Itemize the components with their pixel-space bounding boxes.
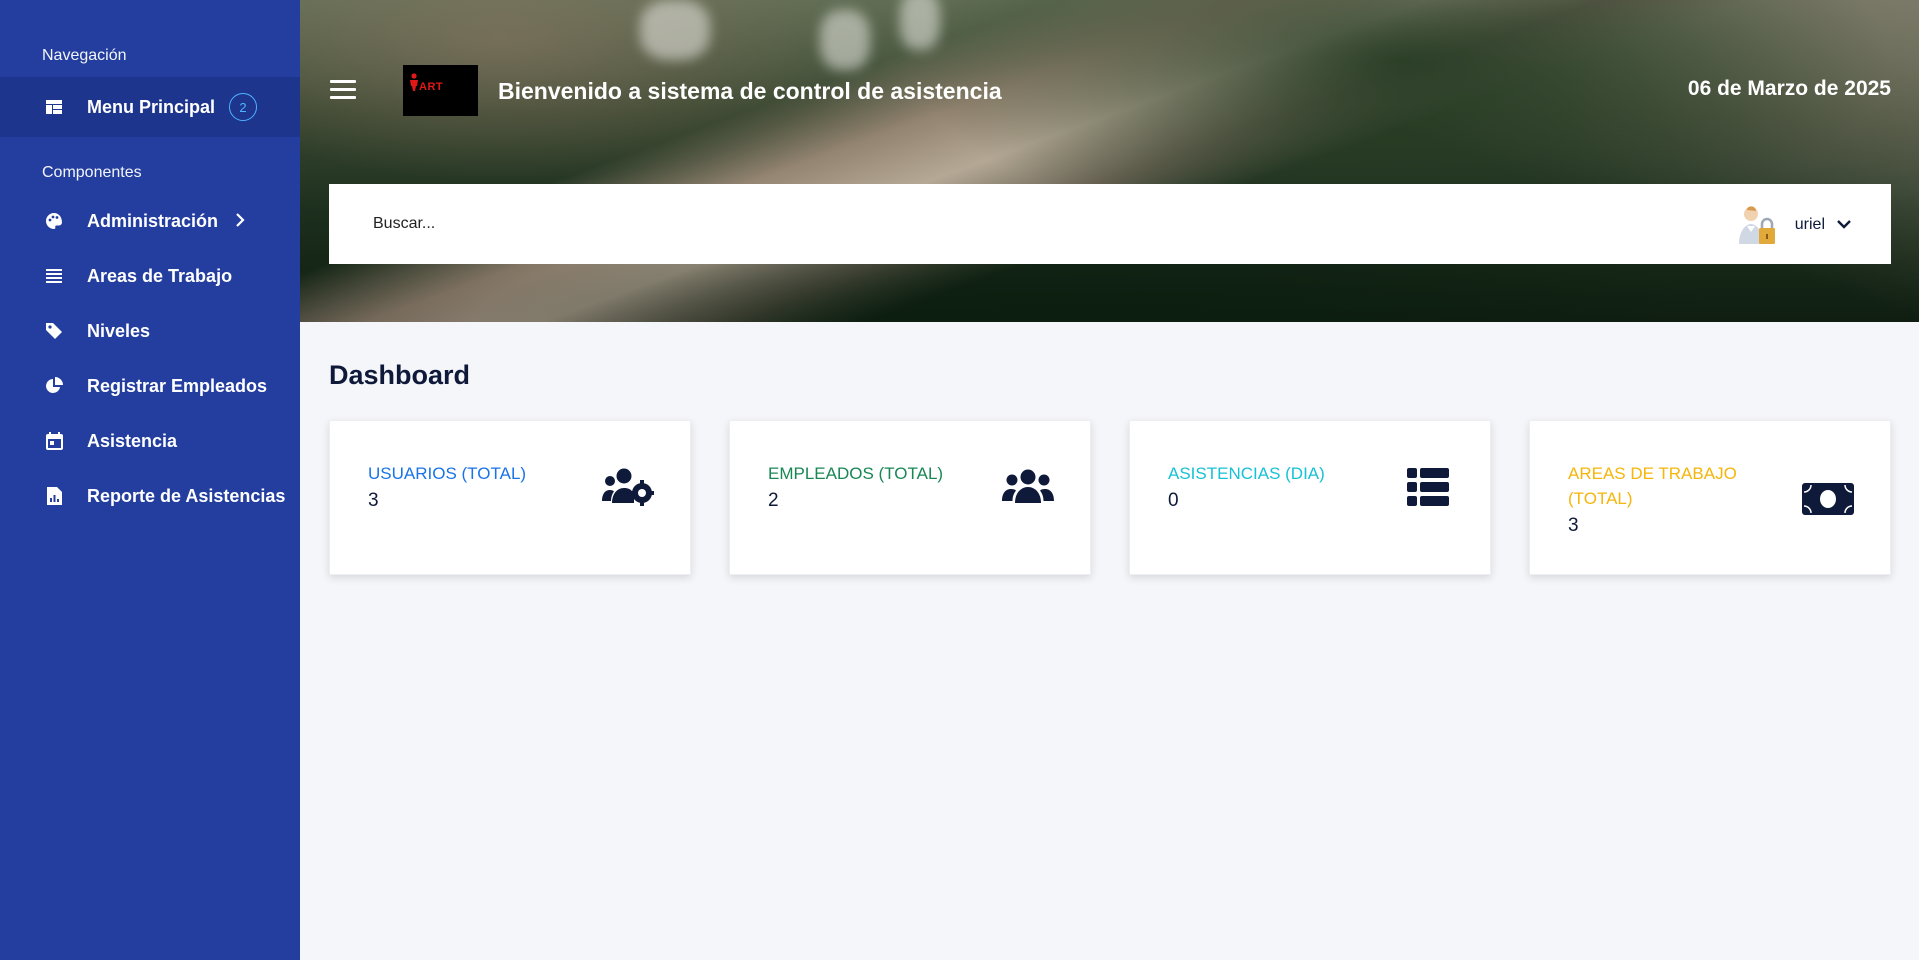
sidebar-item-label: Asistencia [87, 430, 178, 451]
sidebar-item-niveles[interactable]: Niveles [0, 308, 300, 354]
stat-card-asistencias[interactable]: ASISTENCIAS (DIA) 0 [1129, 420, 1491, 575]
sidebar-item-label: Areas de Trabajo [87, 265, 233, 286]
avatar [1737, 204, 1779, 246]
users-icon [1002, 467, 1054, 507]
components-heading: Componentes [42, 164, 142, 181]
chevron-right-icon [235, 211, 245, 232]
sidebar: Navegación Menu Principal 2 Componentes … [0, 0, 300, 960]
app-logo: ART [403, 65, 478, 116]
sidebar-item-label: Reporte de Asistencias [87, 485, 286, 506]
table-list-icon [1402, 467, 1454, 507]
card-label: AREAS DE TRABAJO (TOTAL) [1568, 464, 1737, 508]
snow-patch [640, 0, 710, 60]
search-bar: uriel [329, 184, 1891, 264]
mountain-background [300, 0, 1919, 322]
sidebar-item-label: Menu Principal [87, 96, 216, 117]
card-value: 3 [1568, 515, 1579, 536]
notification-badge: 2 [229, 93, 257, 121]
sidebar-item-areas-de-trabajo[interactable]: Areas de Trabajo [0, 253, 300, 299]
users-cog-icon [602, 467, 654, 507]
sidebar-item-menu-principal[interactable]: Menu Principal 2 [0, 77, 300, 137]
card-label: ASISTENCIAS (DIA) [1168, 464, 1325, 483]
card-value: 2 [768, 490, 779, 511]
page-title: Dashboard [329, 360, 471, 390]
calendar-icon [44, 431, 64, 451]
sidebar-item-label: Administración [87, 210, 219, 231]
money-bill-icon [1802, 479, 1854, 519]
snow-patch [900, 0, 940, 50]
search-input[interactable] [373, 210, 1273, 238]
chevron-down-icon [1837, 216, 1851, 234]
page-header-title: Bienvenido a sistema de control de asist… [498, 78, 1002, 104]
hamburger-menu-button[interactable] [330, 80, 356, 100]
header-banner [300, 0, 1919, 322]
card-label: USUARIOS (TOTAL) [368, 464, 527, 483]
card-label: EMPLEADOS (TOTAL) [768, 464, 944, 483]
tag-icon [44, 321, 64, 341]
nav-heading: Navegación [42, 47, 127, 64]
stat-card-usuarios[interactable]: USUARIOS (TOTAL) 3 [329, 420, 691, 575]
sidebar-item-asistencia[interactable]: Asistencia [0, 418, 300, 464]
card-value: 0 [1168, 490, 1179, 511]
dashboard-icon [44, 97, 64, 117]
stat-card-areas-de-trabajo[interactable]: AREAS DE TRABAJO (TOTAL) 3 [1529, 420, 1891, 575]
sidebar-item-reporte-de-asistencias[interactable]: Reporte de Asistencias [0, 473, 300, 519]
palette-icon [44, 211, 64, 231]
sidebar-item-registrar-empleados[interactable]: Registrar Empleados [0, 363, 300, 409]
card-value: 3 [368, 490, 379, 511]
snow-patch [820, 10, 870, 70]
header-date: 06 de Marzo de 2025 [1687, 77, 1891, 100]
stat-card-empleados[interactable]: EMPLEADOS (TOTAL) 2 [729, 420, 1091, 575]
username: uriel [1794, 216, 1825, 233]
report-icon [44, 486, 64, 506]
pie-chart-icon [44, 376, 64, 396]
user-menu-button[interactable]: uriel [1737, 204, 1851, 246]
sidebar-item-administracion[interactable]: Administración [0, 198, 300, 244]
logo-text: ART [419, 81, 444, 93]
sidebar-item-label: Registrar Empleados [87, 375, 268, 396]
list-icon [44, 266, 64, 286]
sidebar-item-label: Niveles [87, 320, 151, 341]
